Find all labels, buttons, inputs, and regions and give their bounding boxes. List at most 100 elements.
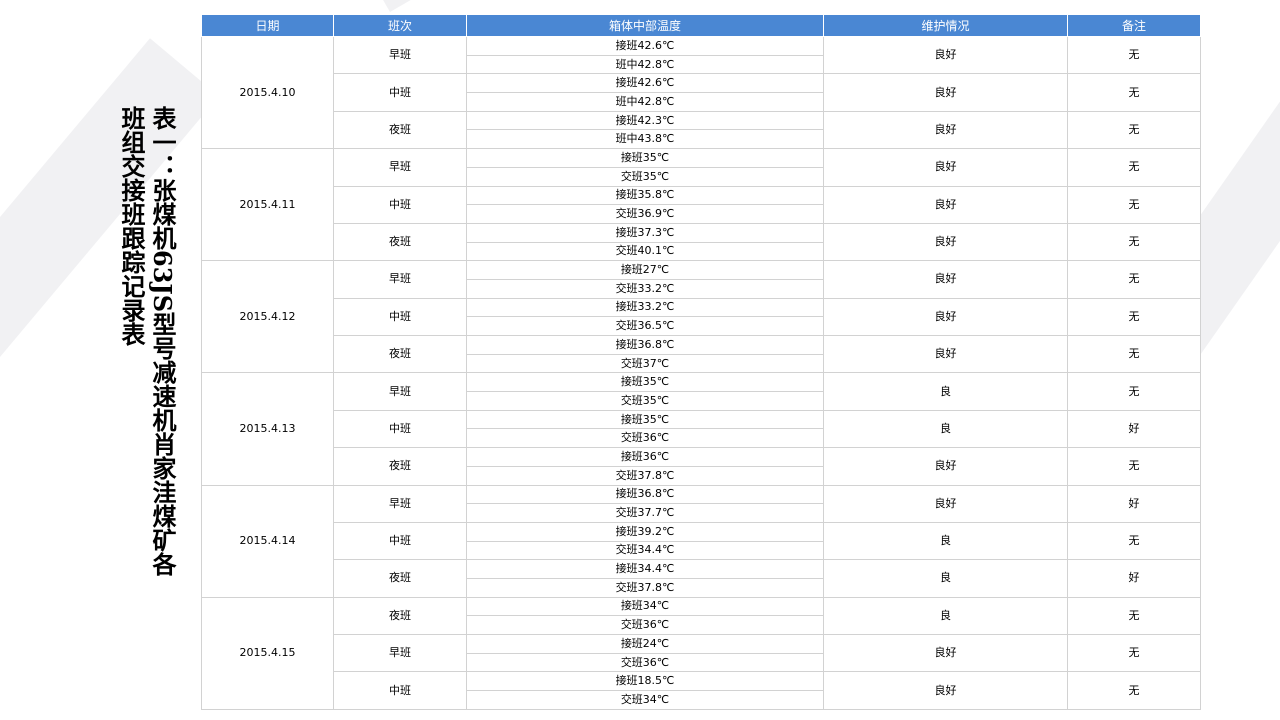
temperature-cell: 交班34℃ bbox=[466, 690, 824, 710]
maintenance-cell: 良 bbox=[823, 372, 1068, 411]
remarks-cell: 无 bbox=[1067, 633, 1201, 673]
temperature-cell: 接班36.8℃ bbox=[466, 484, 824, 505]
temperature-cell: 交班37.8℃ bbox=[466, 465, 824, 486]
date-cell: 2015.4.11 bbox=[201, 148, 334, 262]
shift-cell: 中班 bbox=[333, 671, 467, 710]
temperature-cell: 接班42.3℃ bbox=[466, 110, 824, 131]
date-cell: 2015.4.14 bbox=[201, 484, 334, 598]
date-cell: 2015.4.13 bbox=[201, 372, 334, 486]
shift-cell: 早班 bbox=[333, 372, 467, 411]
shift-cell: 夜班 bbox=[333, 559, 467, 598]
temperature-cell: 交班35℃ bbox=[466, 391, 824, 411]
maintenance-cell: 良好 bbox=[823, 447, 1068, 486]
temperature-cell: 交班34.4℃ bbox=[466, 540, 824, 561]
record-table-container: 日期 班次 箱体中部温度 维护情况 备注 2015.4.10 早班 接班42.6℃ 良… bbox=[201, 14, 1201, 710]
remarks-cell: 无 bbox=[1067, 222, 1201, 262]
maintenance-cell: 良好 bbox=[823, 484, 1068, 523]
temperature-cell: 接班36.8℃ bbox=[466, 335, 824, 355]
temperature-cell: 交班40.1℃ bbox=[466, 241, 824, 262]
remarks-cell: 无 bbox=[1067, 521, 1201, 561]
temperature-cell: 接班42.6℃ bbox=[466, 36, 824, 56]
maintenance-cell: 良好 bbox=[823, 222, 1068, 262]
shift-cell: 早班 bbox=[333, 633, 467, 673]
temperature-cell: 接班18.5℃ bbox=[466, 671, 824, 692]
temperature-cell: 班中43.8℃ bbox=[466, 129, 824, 150]
temperature-cell: 交班36℃ bbox=[466, 652, 824, 673]
shift-cell: 夜班 bbox=[333, 334, 467, 374]
table-row: 中班 接班35℃ 良好 bbox=[202, 409, 1201, 449]
maintenance-cell: 良 bbox=[823, 409, 1068, 449]
temperature-cell: 接班42.6℃ bbox=[466, 73, 824, 94]
shift-cell: 中班 bbox=[333, 73, 467, 112]
shift-cell: 早班 bbox=[333, 260, 467, 299]
shift-cell: 中班 bbox=[333, 185, 467, 224]
table-row: 2015.4.11 早班 接班35℃ 良好无 bbox=[201, 148, 1201, 262]
temperature-cell: 班中42.8℃ bbox=[466, 54, 824, 75]
remarks-cell: 无 bbox=[1067, 671, 1201, 710]
maintenance-cell: 良好 bbox=[823, 148, 1068, 187]
temperature-cell: 交班37℃ bbox=[466, 353, 824, 374]
remarks-cell: 无 bbox=[1067, 297, 1201, 337]
table-row: 中班 接班42.6℃ 良好无 bbox=[202, 73, 1201, 112]
shift-cell: 早班 bbox=[333, 148, 467, 187]
temperature-cell: 交班36℃ bbox=[466, 615, 824, 635]
maintenance-cell: 良 bbox=[823, 521, 1068, 561]
maintenance-cell: 良好 bbox=[823, 110, 1068, 150]
table-row: 夜班 接班34.4℃ 良好 bbox=[202, 559, 1201, 598]
remarks-cell: 无 bbox=[1067, 372, 1201, 411]
maintenance-cell: 良 bbox=[823, 559, 1068, 598]
shift-cell: 夜班 bbox=[333, 222, 467, 262]
temperature-cell: 交班33.2℃ bbox=[466, 278, 824, 299]
header-temperature: 箱体中部温度 bbox=[466, 14, 824, 37]
temperature-cell: 接班36℃ bbox=[466, 447, 824, 467]
table-row: 中班 接班35.8℃ 良好无 bbox=[202, 185, 1201, 224]
remarks-cell: 无 bbox=[1067, 596, 1201, 636]
table-body: 2015.4.10 早班 接班42.6℃ 良好无班中42.8℃ 中班 接班42.6℃ 良好无… bbox=[201, 35, 1201, 710]
table-row: 2015.4.15 夜班 接班34℃ 良无 bbox=[201, 596, 1201, 710]
shift-record-table: 日期 班次 箱体中部温度 维护情况 备注 2015.4.10 早班 接班42.6℃ 良… bbox=[201, 14, 1201, 710]
temperature-cell: 接班35℃ bbox=[466, 409, 824, 430]
remarks-cell: 无 bbox=[1067, 35, 1201, 75]
temperature-cell: 接班24℃ bbox=[466, 634, 824, 654]
maintenance-cell: 良好 bbox=[823, 633, 1068, 673]
maintenance-cell: 良好 bbox=[823, 185, 1068, 224]
remarks-cell: 无 bbox=[1067, 447, 1201, 486]
table-row: 2015.4.14 早班 接班36.8℃ 良好好 bbox=[201, 484, 1201, 598]
remarks-cell: 好 bbox=[1067, 409, 1201, 449]
header-maintenance: 维护情况 bbox=[823, 14, 1068, 37]
table-row: 早班 接班24℃ 良好无 bbox=[202, 633, 1201, 673]
maintenance-cell: 良好 bbox=[823, 73, 1068, 112]
background-stripe bbox=[360, 0, 564, 12]
shift-cell: 夜班 bbox=[333, 596, 467, 636]
maintenance-cell: 良好 bbox=[823, 297, 1068, 337]
maintenance-cell: 良好 bbox=[823, 35, 1068, 75]
maintenance-cell: 良好 bbox=[823, 671, 1068, 710]
temperature-cell: 班中42.8℃ bbox=[466, 92, 824, 112]
table-header-row: 日期 班次 箱体中部温度 维护情况 备注 bbox=[201, 14, 1201, 37]
date-cell: 2015.4.15 bbox=[201, 596, 334, 710]
table-row: 中班 接班33.2℃ 良好无 bbox=[202, 297, 1201, 337]
remarks-cell: 好 bbox=[1067, 559, 1201, 598]
shift-cell: 夜班 bbox=[333, 110, 467, 150]
table-row: 2015.4.10 早班 接班42.6℃ 良好无 bbox=[201, 35, 1201, 150]
temperature-cell: 交班36.5℃ bbox=[466, 316, 824, 336]
remarks-cell: 无 bbox=[1067, 73, 1201, 112]
temperature-cell: 接班27℃ bbox=[466, 260, 824, 280]
header-shift: 班次 bbox=[333, 14, 467, 37]
table-row: 夜班 接班36.8℃ 良好无 bbox=[202, 334, 1201, 374]
shift-cell: 早班 bbox=[333, 484, 467, 523]
remarks-cell: 无 bbox=[1067, 148, 1201, 187]
table-row: 中班 接班39.2℃ 良无 bbox=[202, 521, 1201, 561]
shift-cell: 中班 bbox=[333, 409, 467, 449]
temperature-cell: 接班34℃ bbox=[466, 596, 824, 617]
page-title: 表一：张煤机63JS型号减速机肖家洼煤矿各班组交接班跟踪记录表 bbox=[117, 106, 177, 577]
temperature-cell: 接班33.2℃ bbox=[466, 297, 824, 318]
table-row: 2015.4.12 早班 接班27℃ 良好无 bbox=[201, 260, 1201, 374]
date-cell: 2015.4.12 bbox=[201, 260, 334, 374]
temperature-cell: 交班36℃ bbox=[466, 428, 824, 449]
table-row: 夜班 接班42.3℃ 良好无 bbox=[202, 110, 1201, 150]
temperature-cell: 接班37.3℃ bbox=[466, 222, 824, 243]
temperature-cell: 交班36.9℃ bbox=[466, 204, 824, 224]
maintenance-cell: 良好 bbox=[823, 334, 1068, 374]
date-cell: 2015.4.10 bbox=[201, 35, 334, 150]
